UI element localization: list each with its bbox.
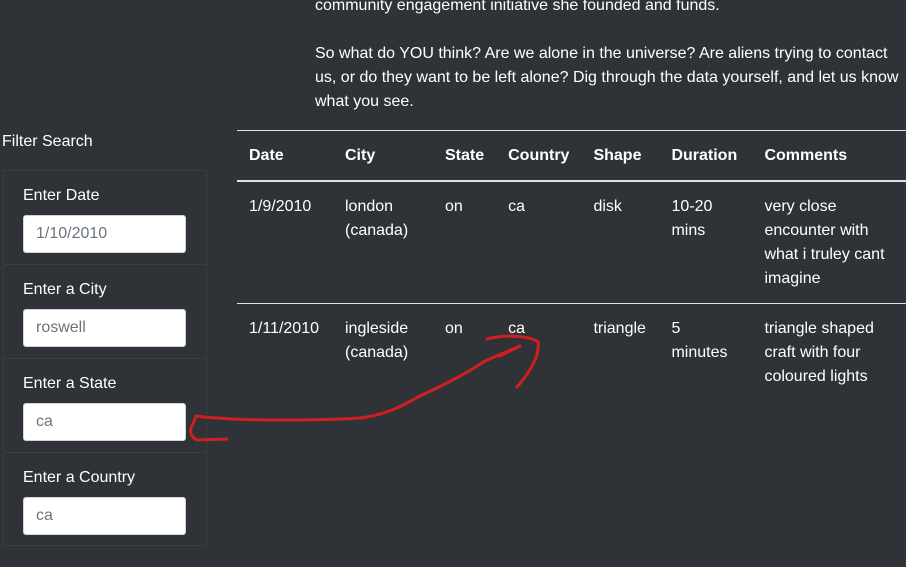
filter-item-state: Enter a State xyxy=(4,358,206,452)
header-duration[interactable]: Duration xyxy=(659,130,753,182)
city-input[interactable] xyxy=(23,309,186,347)
cell-city: london (canada) xyxy=(333,181,433,304)
filter-item-city: Enter a City xyxy=(4,264,206,358)
cell-duration: 10-20 mins xyxy=(659,181,753,304)
header-city[interactable]: City xyxy=(333,130,433,182)
filter-item-country: Enter a Country xyxy=(4,452,206,546)
country-input[interactable] xyxy=(23,497,186,535)
intro-paragraph: So what do YOU think? Are we alone in th… xyxy=(315,45,899,110)
header-country[interactable]: Country xyxy=(496,130,582,182)
cell-comments: triangle shaped craft with four coloured… xyxy=(764,320,874,385)
header-shape[interactable]: Shape xyxy=(581,130,660,182)
intro-line: community engagement initiative she foun… xyxy=(315,0,720,14)
state-input[interactable] xyxy=(23,403,186,441)
date-input[interactable] xyxy=(23,215,186,253)
cell-country: ca xyxy=(508,320,526,337)
cell-state: on xyxy=(445,320,463,337)
cell-date: 1/11/2010 xyxy=(249,320,319,337)
cell-city: ingleside (canada) xyxy=(345,320,409,361)
intro-text: community engagement initiative she foun… xyxy=(315,0,905,114)
date-label: Enter Date xyxy=(23,187,100,204)
cell-state: on xyxy=(433,181,497,304)
country-label: Enter a Country xyxy=(23,469,136,486)
cell-comments: very close encounter with what i truley … xyxy=(752,181,906,304)
table-row: 1/11/2010 ingleside (canada) on ca trian… xyxy=(237,304,906,402)
table-row: 1/9/2010 london (canada) on ca disk 10-2… xyxy=(237,181,906,304)
city-label: Enter a City xyxy=(23,281,107,298)
cell-shape: disk xyxy=(581,181,660,304)
cell-date: 1/9/2010 xyxy=(237,181,333,304)
filter-search-title: Filter Search xyxy=(2,133,93,150)
cell-country: ca xyxy=(496,181,582,304)
ufo-sightings-table: Date City State Country Shape Duration C… xyxy=(237,130,906,401)
filter-list: Enter Date Enter a City Enter a State En… xyxy=(3,170,207,546)
filter-item-date: Enter Date xyxy=(4,170,206,264)
table-header-row: Date City State Country Shape Duration C… xyxy=(237,130,906,182)
header-comments[interactable]: Comments xyxy=(752,130,906,182)
page: community engagement initiative she foun… xyxy=(0,0,906,567)
header-date[interactable]: Date xyxy=(237,130,333,182)
state-label: Enter a State xyxy=(23,375,117,392)
cell-duration: 5 minutes xyxy=(671,320,728,361)
header-state[interactable]: State xyxy=(433,130,497,182)
cell-shape: triangle xyxy=(593,320,646,337)
